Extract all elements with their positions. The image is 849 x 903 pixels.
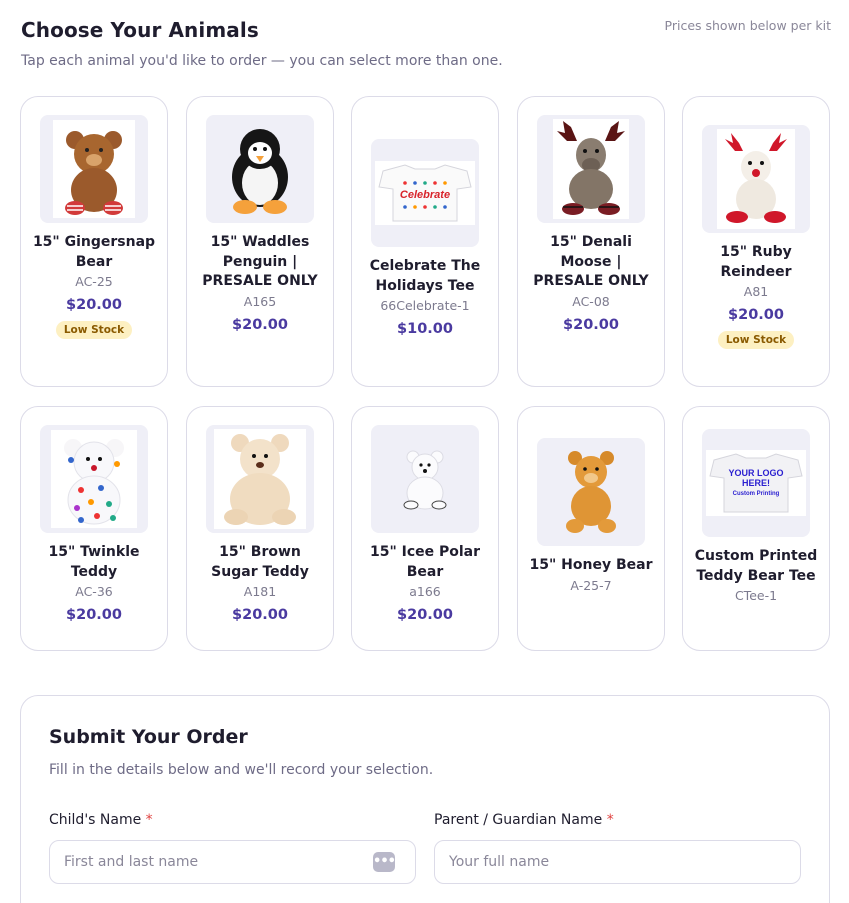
product-name: 15" Honey Bear (529, 557, 653, 573)
order-title: Submit Your Order (49, 726, 248, 748)
product-price: $20.00 (397, 607, 453, 623)
product-price: $20.00 (728, 307, 784, 323)
parent-name-input[interactable] (434, 840, 801, 884)
low-stock-badge: Low Stock (55, 321, 133, 339)
product-sku: A181 (243, 584, 277, 599)
animal-card-custom-tee[interactable]: YOUR LOGO HERE! Custom Printing Custom P… (682, 406, 830, 651)
low-stock-badge: Low Stock (717, 331, 795, 349)
product-sku: AC-08 (572, 293, 610, 309)
product-name: 15" Denali Moose | PRESALE ONLY (533, 234, 649, 289)
product-name: Celebrate The Holidays Tee (369, 258, 481, 294)
animal-card-honey-bear[interactable]: 15" Honey Bear A-25-7 (517, 406, 665, 651)
product-name: 15" Brown Sugar Teddy (211, 544, 309, 580)
child-name-input[interactable] (49, 840, 416, 884)
product-name: Custom Printed Teddy Bear Tee (694, 548, 818, 584)
password-manager-icon[interactable]: ••• (373, 852, 396, 872)
animal-card-gingersnap-bear[interactable]: 15" Gingersnap Bear AC-25 $20.00 Low Sto… (20, 96, 168, 387)
page-header: Choose Your Animals Tap each animal you'… (21, 18, 831, 69)
product-name: 15" Icee Polar Bear (369, 544, 481, 580)
child-name-label: Child's Name * (49, 812, 153, 828)
parent-name-label: Parent / Guardian Name * (434, 812, 614, 828)
animal-card-twinkle-teddy[interactable]: 15" Twinkle Teddy AC-36 $20.00 (20, 406, 168, 651)
product-name: 15" Gingersnap Bear (32, 234, 156, 270)
animal-card-waddles-penguin[interactable]: 15" Waddles Penguin | PRESALE ONLY A165 … (186, 96, 334, 387)
brown-sugar-teddy-image (206, 425, 314, 533)
product-price: $20.00 (232, 316, 288, 333)
product-sku: A-25-7 (570, 577, 612, 593)
animal-card-brown-sugar-teddy[interactable]: 15" Brown Sugar Teddy A181 $20.00 (186, 406, 334, 651)
child-name-label-text: Child's Name (49, 812, 142, 828)
product-sku: a166 (409, 584, 441, 599)
celebrate-print-text: Celebrate (400, 189, 450, 201)
product-sku: AC-25 (75, 274, 113, 289)
custom-print-line3: Custom Printing (733, 491, 780, 497)
custom-print-line2: HERE! (742, 478, 770, 488)
product-name: 15" Waddles Penguin | PRESALE ONLY (202, 234, 318, 289)
required-mark: * (145, 812, 153, 828)
product-price: $10.00 (397, 321, 453, 337)
product-sku: A81 (743, 284, 769, 299)
product-sku: AC-36 (75, 584, 113, 599)
celebrate-tee-image: Celebrate (371, 139, 479, 247)
product-name: 15" Twinkle Teddy (48, 544, 140, 580)
gingersnap-bear-image (40, 115, 148, 223)
order-subtitle: Fill in the details below and we'll reco… (49, 762, 434, 778)
moose-image (537, 115, 645, 223)
product-price: $20.00 (232, 607, 288, 623)
parent-name-label-text: Parent / Guardian Name (434, 812, 603, 828)
order-form-card: Submit Your Order Fill in the details be… (20, 695, 830, 903)
custom-print-line1: YOUR LOGO (728, 468, 783, 478)
page-subtitle: Tap each animal you'd like to order — yo… (21, 53, 503, 69)
product-price: $20.00 (563, 316, 619, 333)
penguin-image (206, 115, 314, 223)
animal-card-icee-polar-bear[interactable]: 15" Icee Polar Bear a166 $20.00 (351, 406, 499, 651)
product-price: $20.00 (66, 607, 122, 623)
honey-bear-image (537, 438, 645, 546)
twinkle-teddy-image (40, 425, 148, 533)
required-mark: * (606, 812, 614, 828)
product-price: $20.00 (66, 297, 122, 313)
product-sku: A165 (243, 293, 277, 309)
animal-card-ruby-reindeer[interactable]: 15" Ruby Reindeer A81 $20.00 Low Stock (682, 96, 830, 387)
product-sku: 66Celebrate-1 (380, 298, 470, 313)
polar-bear-image (371, 425, 479, 533)
reindeer-image (702, 125, 810, 233)
animal-card-denali-moose[interactable]: 15" Denali Moose | PRESALE ONLY AC-08 $2… (517, 96, 665, 387)
product-name: 15" Ruby Reindeer (720, 244, 792, 280)
price-note: Prices shown below per kit (664, 18, 831, 33)
product-sku: CTee-1 (734, 588, 778, 603)
custom-tee-image: YOUR LOGO HERE! Custom Printing (702, 429, 810, 537)
animal-card-celebrate-tee[interactable]: Celebrate Celebrate The Holidays Tee 66C… (351, 96, 499, 387)
